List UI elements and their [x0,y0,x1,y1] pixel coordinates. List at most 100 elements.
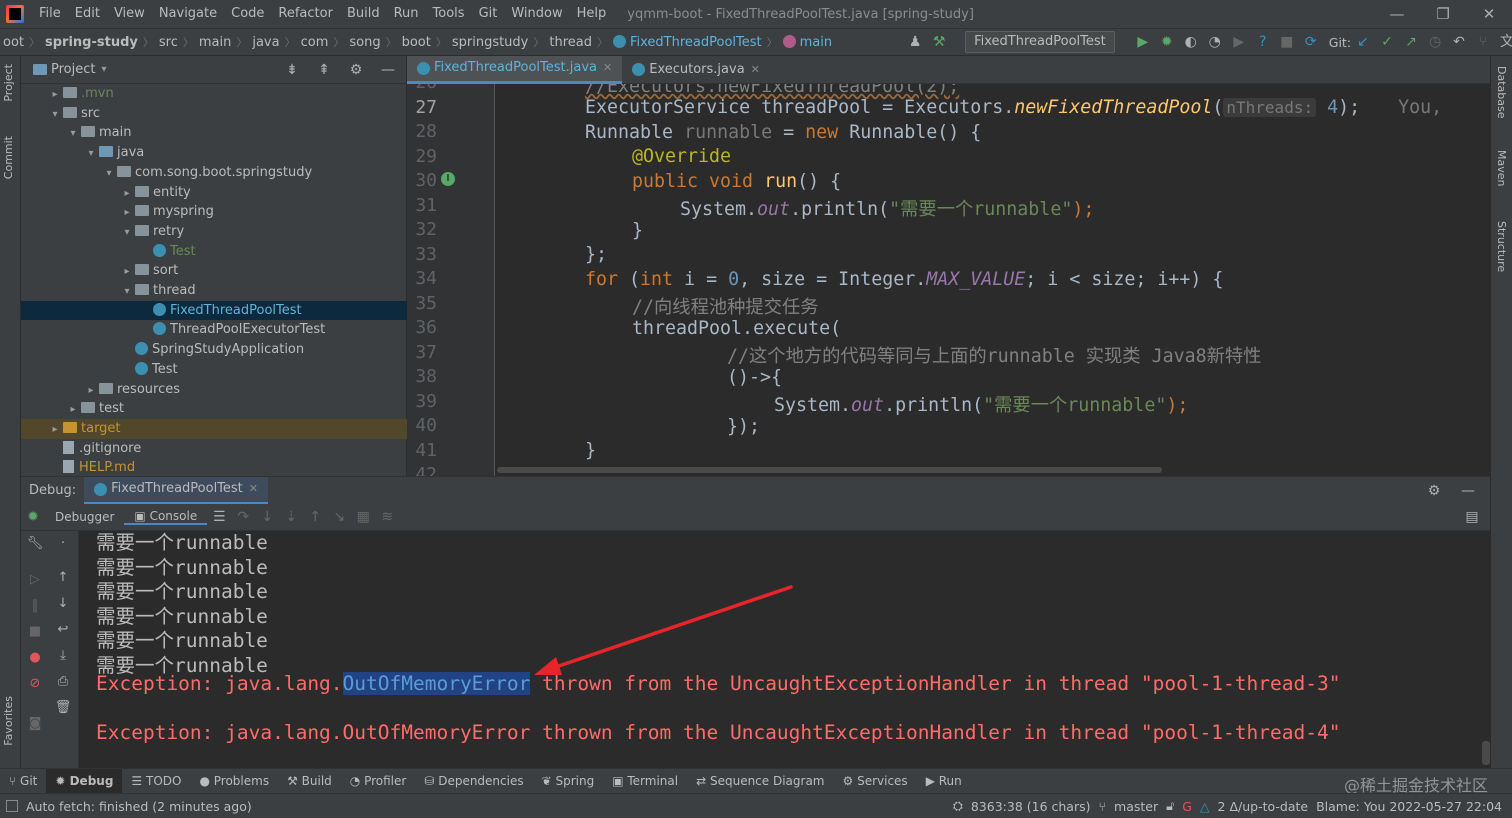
chevron-icon[interactable]: ▸ [65,400,81,420]
git-history-icon[interactable]: ◷ [1423,30,1447,54]
horizontal-scrollbar[interactable] [497,467,1162,473]
user-icon[interactable]: ♟ [903,30,927,54]
structure-tool-tab[interactable]: Structure [1495,221,1508,272]
tool-tab-dependencies[interactable]: ⛁ Dependencies [415,769,532,794]
scroll-to-end-icon[interactable]: ⤓ [49,643,77,669]
tree-item[interactable]: Test [21,360,407,380]
step-out-icon[interactable]: ↑ [303,505,327,529]
project-tool-tab[interactable]: Project [2,64,15,102]
resume-icon[interactable]: ▶ [1227,30,1251,54]
breadcrumb-item[interactable]: src [156,35,181,50]
chevron-icon[interactable]: ▾ [83,144,99,164]
chevron-icon[interactable]: ▾ [65,124,81,144]
menu-item-file[interactable]: File [32,0,68,28]
translate-icon[interactable]: 文 [1495,30,1512,54]
tool-tab-sequence-diagram[interactable]: ⇄ Sequence Diagram [687,769,833,794]
wrench-icon[interactable]: 🔧︎ [21,531,49,557]
vcs-status[interactable]: 2 Δ/up-to-date [1218,799,1309,814]
breadcrumb-item[interactable]: FixedThreadPoolTest [610,34,765,50]
breadcrumb-item[interactable]: song [346,35,383,50]
restore-icon[interactable]: ❐ [1420,0,1466,28]
tool-tab-spring[interactable]: ❦ Spring [533,769,604,794]
chevron-icon[interactable]: ▸ [119,184,135,204]
caret-position[interactable]: 8363:38 (16 chars) [971,799,1091,814]
tree-item[interactable]: ▸ target [21,418,407,440]
tree-item[interactable]: ▸ entity [21,183,407,203]
menu-item-git[interactable]: Git [472,0,505,28]
tool-tab-terminal[interactable]: ▣ Terminal [603,769,687,794]
tree-item[interactable]: SpringStudyApplication [21,340,407,360]
force-step-into-icon[interactable]: ⇣ [279,505,303,529]
debug-bug-icon[interactable]: ✹ [1155,30,1179,54]
menu-item-tools[interactable]: Tools [426,0,472,28]
breadcrumb-item[interactable]: oot [0,35,27,50]
menu-item-view[interactable]: View [107,0,152,28]
scroll-up-icon[interactable]: ↑ [49,565,77,591]
chevron-icon[interactable]: ▸ [119,203,135,223]
database-tool-tab[interactable]: Database [1495,66,1508,119]
tool-tab-debug[interactable]: ✹ Debug [46,768,123,794]
gear-icon[interactable]: ⚙ [1422,479,1446,503]
chevron-icon[interactable]: ▸ [119,262,135,282]
tree-item[interactable]: ▸ test [21,399,407,419]
view-breakpoints-icon[interactable]: ● [21,645,49,671]
breadcrumb-item[interactable]: springstudy [449,35,532,50]
stop-icon[interactable]: ■ [1275,30,1299,54]
rollback-icon[interactable]: ↶ [1447,30,1471,54]
git-branch-icon[interactable]: ⑂ [1471,30,1495,54]
breadcrumb-item[interactable]: com [298,35,332,50]
menu-item-code[interactable]: Code [224,0,271,28]
tree-item[interactable]: Test [21,242,407,262]
expand-all-icon[interactable]: ⇟ [280,58,304,82]
menu-item-window[interactable]: Window [504,0,569,28]
profile-icon[interactable]: ◔ [1203,30,1227,54]
chevron-icon[interactable]: ▸ [83,381,99,401]
chevron-icon[interactable]: ▾ [119,282,135,302]
favorites-tool-tab[interactable]: Favorites [2,696,15,746]
maven-tool-tab[interactable]: Maven [1495,150,1508,186]
tree-item[interactable]: ▸ resources [21,380,407,400]
close-icon[interactable]: ✕ [249,475,258,503]
hide-panel-icon[interactable]: — [376,58,400,82]
editor-tab[interactable]: Executors.java ✕ [622,56,770,84]
google-icon[interactable]: G [1182,799,1192,814]
chevron-icon[interactable]: ▸ [47,420,63,440]
pause-icon[interactable]: ‖ [21,593,49,619]
run-to-cursor-icon[interactable]: ↘ [327,505,351,529]
close-icon[interactable]: ✕ [603,54,612,82]
layout-icon[interactable]: ▤ [1460,505,1484,529]
tree-item[interactable]: ▾ com.song.boot.springstudy [21,163,407,183]
debugger-tab[interactable]: Debugger [45,510,124,524]
run-icon[interactable]: ▶ [1131,30,1155,54]
breadcrumb-item[interactable]: thread [546,35,595,50]
console-output[interactable]: 需要一个runnable 需要一个runnable 需要一个runnable 需要一个… [79,531,1490,768]
help-icon[interactable]: ? [1251,30,1275,54]
breadcrumb-item[interactable]: java [249,35,282,50]
tool-tab-run[interactable]: ▶ Run [917,769,971,794]
commit-tool-tab[interactable]: Commit [2,136,15,179]
build-hammer-icon[interactable]: ⚒ [927,30,951,54]
tree-item[interactable]: ▾ main [21,123,407,143]
status-square-icon[interactable] [6,800,18,812]
tree-item[interactable]: ▸ .mvn [21,84,407,104]
tree-item[interactable]: ▾ src [21,104,407,124]
tree-item[interactable]: FixedThreadPoolTest [21,300,407,321]
menu-item-navigate[interactable]: Navigate [152,0,224,28]
breadcrumb-item[interactable]: main [780,34,835,50]
step-into-icon[interactable]: ↓ [255,505,279,529]
mute-breakpoints-icon[interactable]: ⊘ [21,671,49,697]
tool-tab-services[interactable]: ⚙ Services [834,769,917,794]
breadcrumb-item[interactable]: spring-study [42,35,141,50]
threads-icon[interactable]: ☰ [207,505,231,529]
menu-item-refactor[interactable]: Refactor [271,0,340,28]
menu-item-edit[interactable]: Edit [68,0,107,28]
minimize-icon[interactable]: — [1374,0,1420,28]
tree-item[interactable]: ▾ thread [21,281,407,301]
override-marker-icon[interactable]: I [441,172,455,186]
vertical-scrollbar[interactable] [1482,741,1490,765]
chevron-down-icon[interactable]: ▾ [101,64,106,75]
git-push-icon[interactable]: ↗ [1399,30,1423,54]
git-commit-icon[interactable]: ✓ [1375,30,1399,54]
breadcrumb-item[interactable]: main [196,35,234,50]
project-panel-title[interactable]: Project [51,62,95,77]
